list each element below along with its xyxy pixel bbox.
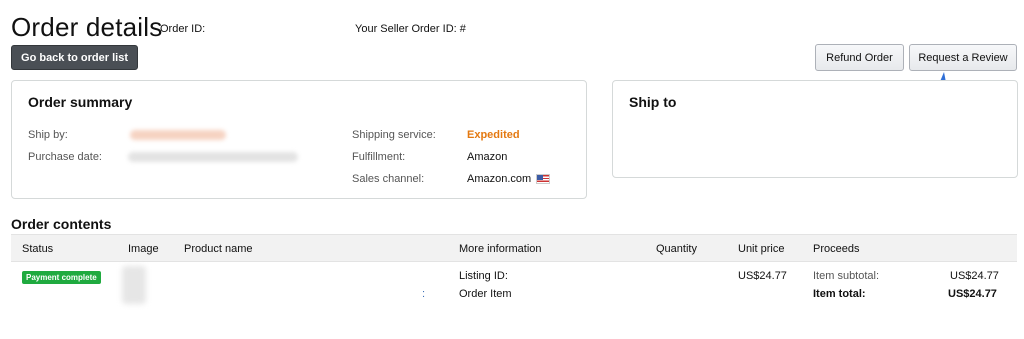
item-subtotal-label: Item subtotal: bbox=[813, 270, 880, 282]
column-header-proceeds: Proceeds bbox=[813, 243, 860, 255]
ship-to-panel: Ship to bbox=[612, 80, 1018, 178]
unit-price-value: US$24.77 bbox=[738, 270, 787, 282]
request-review-button[interactable]: Request a Review bbox=[909, 44, 1017, 71]
product-image[interactable] bbox=[122, 266, 146, 304]
back-to-order-list-button[interactable]: Go back to order list bbox=[11, 45, 138, 70]
shipping-service-value: Expedited bbox=[467, 129, 520, 141]
column-header-quantity: Quantity bbox=[656, 243, 697, 255]
column-header-unit-price: Unit price bbox=[738, 243, 785, 255]
sales-channel-value: Amazon.com bbox=[467, 173, 532, 185]
fulfillment-value: Amazon bbox=[467, 151, 508, 163]
order-summary-panel: Order summary Ship by: Purchase date: Sh… bbox=[11, 80, 587, 199]
column-header-image: Image bbox=[128, 243, 159, 255]
purchase-date-value-redacted bbox=[128, 152, 298, 162]
purchase-date-label: Purchase date: bbox=[28, 151, 102, 163]
column-header-status: Status bbox=[22, 243, 54, 255]
refund-order-button[interactable]: Refund Order bbox=[815, 44, 904, 71]
seller-order-id-label: Your Seller Order ID: # bbox=[355, 23, 466, 35]
us-flag-icon bbox=[536, 174, 550, 184]
order-details-page: Order details Order ID: Your Seller Orde… bbox=[0, 0, 1024, 339]
order-summary-title: Order summary bbox=[28, 94, 133, 110]
item-total-label: Item total: bbox=[813, 288, 866, 300]
fulfillment-label: Fulfillment: bbox=[352, 151, 406, 163]
item-subtotal-value: US$24.77 bbox=[950, 270, 999, 282]
ship-by-value-redacted bbox=[130, 130, 226, 140]
ship-to-title: Ship to bbox=[629, 94, 677, 110]
order-contents-table-header: Status Image Product name More informati… bbox=[11, 234, 1017, 262]
sales-channel-label: Sales channel: bbox=[352, 173, 425, 185]
page-title: Order details bbox=[11, 12, 163, 42]
listing-id-label: Listing ID: bbox=[459, 270, 508, 282]
ship-by-label: Ship by: bbox=[28, 129, 68, 141]
shipping-service-label: Shipping service: bbox=[352, 129, 436, 141]
order-item-label: Order Item bbox=[459, 288, 512, 300]
product-name-link[interactable]: : bbox=[422, 288, 425, 300]
status-badge: Payment complete bbox=[22, 271, 101, 284]
order-contents-title: Order contents bbox=[11, 216, 112, 232]
item-total-value: US$24.77 bbox=[948, 288, 997, 300]
column-header-product-name: Product name bbox=[184, 243, 253, 255]
order-id-label: Order ID: bbox=[160, 23, 206, 35]
column-header-more-information: More information bbox=[459, 243, 542, 255]
